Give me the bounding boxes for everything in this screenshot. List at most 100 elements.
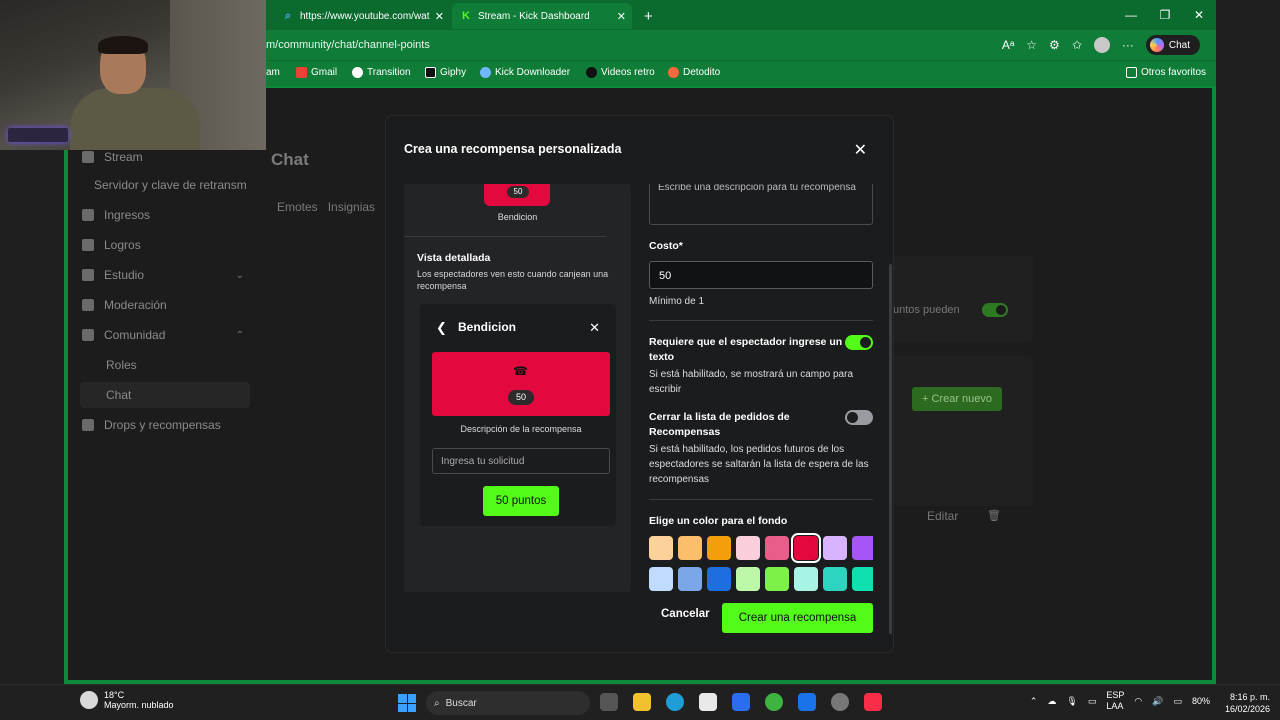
modal-title: Crea una recompensa personalizada: [404, 142, 622, 156]
color-swatch[interactable]: [765, 536, 789, 560]
more-icon[interactable]: ···: [1122, 38, 1134, 52]
color-swatch[interactable]: [765, 567, 789, 591]
redeem-button[interactable]: 50 puntos: [483, 486, 559, 516]
color-swatch[interactable]: [707, 567, 731, 591]
close-icon[interactable]: ✕: [589, 320, 600, 336]
cost-input[interactable]: 50: [649, 261, 873, 289]
request-input[interactable]: Ingresa tu solicitud: [432, 448, 610, 474]
windows-start-icon[interactable]: [398, 694, 416, 712]
microphone-icon[interactable]: 🎙: [1066, 696, 1077, 707]
sidebar-item-server-key[interactable]: Servidor y clave de retransm: [80, 172, 265, 198]
chevron-up-icon: ⌃: [235, 329, 244, 341]
cost-hint: Mínimo de 1: [649, 296, 705, 307]
color-swatch[interactable]: [678, 567, 702, 591]
edit-link[interactable]: Editar: [927, 509, 958, 523]
color-swatch[interactable]: [736, 536, 760, 560]
color-swatch[interactable]: [823, 536, 847, 560]
require-text-toggle[interactable]: [845, 335, 873, 350]
sidebar-item-moderacion[interactable]: Moderación: [80, 292, 250, 318]
url-field[interactable]: m/community/chat/channel-points: [266, 39, 430, 51]
tab-kick-dashboard[interactable]: K Stream - Kick Dashboard ✕: [452, 3, 632, 29]
color-swatch[interactable]: [678, 536, 702, 560]
bookmark-transition[interactable]: Transition: [352, 67, 411, 78]
taskbar: 18°C Mayorm. nublado ⌕ Buscar ⌃ ☁ 🎙 ▭ ES…: [0, 684, 1280, 720]
color-swatch[interactable]: [791, 533, 821, 563]
modal-scrollbar[interactable]: [889, 264, 892, 634]
star-icon[interactable]: ☆: [1026, 38, 1037, 52]
tab-youtube[interactable]: ⌕ https://www.youtube.com/wat ✕: [274, 3, 450, 29]
color-swatch[interactable]: [649, 536, 673, 560]
tab-emotes[interactable]: Emotes: [277, 200, 318, 214]
sidebar-item-estudio[interactable]: Estudio ⌄: [80, 262, 250, 288]
sidebar-item-comunidad[interactable]: Comunidad ⌃: [80, 322, 250, 348]
read-aloud-icon[interactable]: Aᵃ: [1002, 38, 1014, 52]
wifi-icon[interactable]: ◠: [1134, 696, 1142, 707]
sidebar-item-roles[interactable]: Roles: [80, 352, 250, 378]
restore-icon[interactable]: ❐: [1148, 0, 1182, 30]
back-arrow-icon[interactable]: ❮: [436, 320, 447, 336]
store-icon[interactable]: [699, 693, 717, 711]
bookmark-gmail[interactable]: Gmail: [296, 67, 337, 78]
close-queue-label: Cerrar la lista de pedidos de Recompensa…: [649, 411, 790, 438]
close-icon[interactable]: ✕: [617, 10, 626, 23]
new-tab-button[interactable]: +: [636, 3, 660, 29]
favorites-icon[interactable]: ✩: [1072, 38, 1082, 52]
onedrive-icon[interactable]: ☁: [1047, 696, 1056, 707]
divider: [649, 320, 873, 321]
profile-avatar[interactable]: [1093, 37, 1110, 53]
taskbar-search[interactable]: ⌕ Buscar: [426, 691, 590, 715]
task-view-icon[interactable]: [600, 693, 618, 711]
close-icon[interactable]: ✕: [854, 140, 867, 160]
music-icon[interactable]: [864, 693, 882, 711]
app-icon[interactable]: [831, 693, 849, 711]
mail-icon[interactable]: [798, 693, 816, 711]
color-swatch[interactable]: [736, 567, 760, 591]
bookmark-giphy[interactable]: Giphy: [425, 67, 466, 78]
bookmark-item[interactable]: am: [266, 67, 280, 78]
bookmark-detodito[interactable]: Detodito: [668, 67, 720, 78]
color-swatch[interactable]: [707, 536, 731, 560]
file-explorer-icon[interactable]: [633, 693, 651, 711]
sidebar-item-ingresos[interactable]: Ingresos: [80, 202, 250, 228]
gift-icon: ☎: [513, 364, 528, 378]
sidebar-item-drops[interactable]: Drops y recompensas: [80, 412, 250, 438]
color-swatch[interactable]: [649, 567, 673, 591]
edge-icon[interactable]: [666, 693, 684, 711]
copilot-chat-button[interactable]: Chat: [1145, 35, 1200, 55]
description-field[interactable]: Escribe una descripción para tu recompen…: [649, 184, 873, 225]
close-queue-toggle[interactable]: [845, 410, 873, 425]
weather-widget[interactable]: 18°C Mayorm. nublado: [80, 690, 174, 710]
clock[interactable]: 8:16 p. m. 16/02/2026: [1225, 691, 1270, 715]
sidebar-item-label: Moderación: [104, 298, 167, 312]
require-text-label: Requiere que el espectador ingrese un te…: [649, 336, 843, 363]
volume-icon[interactable]: 🔊: [1152, 696, 1163, 707]
broadcast-icon: [82, 151, 94, 163]
app-icon[interactable]: [732, 693, 750, 711]
close-window-icon[interactable]: ✕: [1182, 0, 1216, 30]
color-swatch[interactable]: [852, 567, 873, 591]
tab-insignias[interactable]: Insignias: [328, 200, 375, 214]
close-icon[interactable]: ✕: [435, 10, 444, 23]
battery-icon[interactable]: ▭: [1173, 696, 1182, 707]
create-reward-button[interactable]: Crear una recompensa: [722, 603, 873, 633]
sidebar-item-chat[interactable]: Chat: [80, 382, 250, 408]
other-favorites[interactable]: Otros favoritos: [1126, 67, 1206, 78]
trash-icon[interactable]: 🗑: [987, 509, 1001, 522]
bookmark-videos-retro[interactable]: Videos retro: [586, 67, 655, 78]
chevron-up-icon[interactable]: ⌃: [1030, 696, 1038, 707]
color-swatch[interactable]: [852, 536, 873, 560]
create-new-button[interactable]: + Crear nuevo: [912, 387, 1003, 411]
cancel-button[interactable]: Cancelar: [661, 608, 710, 620]
window-controls: — ❐ ✕: [1114, 0, 1216, 30]
color-swatch[interactable]: [823, 567, 847, 591]
page-title: Chat: [271, 150, 309, 169]
color-swatch[interactable]: [794, 567, 818, 591]
bookmark-kick-downloader[interactable]: Kick Downloader: [480, 67, 570, 78]
minimize-icon[interactable]: —: [1114, 0, 1148, 30]
language-indicator[interactable]: ESP LAA: [1106, 690, 1124, 712]
display-icon[interactable]: ▭: [1088, 696, 1097, 707]
sidebar-item-logros[interactable]: Logros: [80, 232, 250, 258]
system-tray: ⌃ ☁ 🎙 ▭ ESP LAA ◠ 🔊 ▭ 80%: [1030, 690, 1210, 712]
extensions-icon[interactable]: ⚙: [1049, 38, 1060, 52]
xbox-icon[interactable]: [765, 693, 783, 711]
